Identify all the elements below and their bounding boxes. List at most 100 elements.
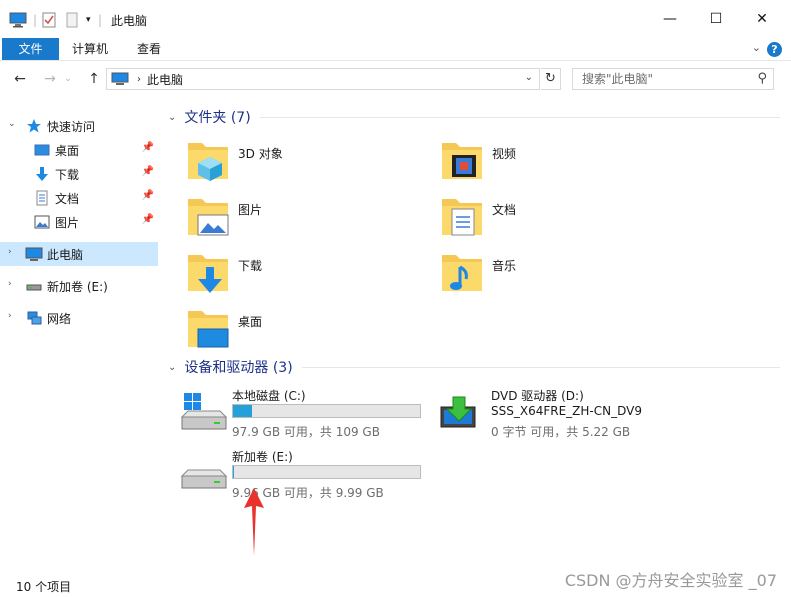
nav-item-downloads[interactable]: 下载 📌: [0, 162, 158, 186]
group-divider: [302, 367, 780, 368]
help-button[interactable]: ?: [767, 42, 782, 57]
video-folder-icon: [442, 143, 482, 179]
nav-item-this-pc[interactable]: › 此电脑: [0, 242, 158, 266]
nav-label: 图片: [55, 216, 80, 230]
folder-label: 文档: [492, 203, 517, 217]
drive-name: DVD 驱动器 (D:): [491, 389, 584, 403]
folder-label: 3D 对象: [238, 147, 283, 161]
chevron-down-icon[interactable]: ⌄: [752, 41, 761, 54]
recent-locations-icon[interactable]: ⌄: [62, 69, 74, 89]
address-toolbar: ← → ⌄ ↑ › 此电脑 ⌄ ↻ 搜索"此电脑" ⚲: [0, 61, 791, 97]
nav-label: 桌面: [55, 144, 80, 158]
search-icon: ⚲: [757, 71, 767, 86]
chevron-down-icon[interactable]: ⌄: [8, 119, 16, 129]
up-button[interactable]: ↑: [84, 69, 104, 89]
drive-icon: [26, 284, 42, 291]
separator: |: [33, 13, 38, 27]
computer-icon: [9, 10, 27, 30]
navigation-pane: ⌄ 快速访问 桌面 📌 下载 📌 文档 📌 图片 📌 › 此电脑 › 新加卷 (…: [0, 97, 160, 567]
folder-music[interactable]: 音乐: [438, 249, 688, 305]
drive-volume-label: SSS_X64FRE_ZH-CN_DV9: [491, 404, 642, 418]
breadcrumb-separator-icon[interactable]: ›: [137, 74, 141, 85]
drive-icon: [180, 469, 228, 489]
folder-label: 图片: [238, 203, 263, 217]
annotation-arrow-icon: [244, 488, 264, 556]
customize-quick-access-icon[interactable]: ▾: [86, 10, 91, 30]
nav-item-pictures[interactable]: 图片 📌: [0, 210, 158, 234]
nav-item-network[interactable]: › 网络: [0, 306, 158, 330]
nav-item-desktop[interactable]: 桌面 📌: [0, 138, 158, 162]
properties-icon[interactable]: [42, 10, 56, 30]
document-icon: [36, 190, 48, 206]
chevron-down-icon[interactable]: ⌄: [168, 112, 176, 123]
tab-file[interactable]: 文件: [2, 38, 59, 60]
pin-icon[interactable]: 📌: [142, 142, 154, 153]
nav-item-new-volume[interactable]: › 新加卷 (E:): [0, 274, 158, 298]
pin-icon[interactable]: 📌: [142, 214, 154, 225]
pin-icon[interactable]: 📌: [142, 166, 154, 177]
nav-label: 此电脑: [47, 248, 84, 262]
downloads-folder-icon: [188, 255, 228, 293]
nav-label: 快速访问: [47, 120, 96, 134]
refresh-button[interactable]: ↻: [541, 68, 561, 90]
nav-item-documents[interactable]: 文档 📌: [0, 186, 158, 210]
folder-videos[interactable]: 视频: [438, 137, 688, 193]
maximize-button[interactable]: ☐: [693, 0, 739, 38]
3d-objects-folder-icon: [188, 143, 228, 181]
chevron-right-icon[interactable]: ›: [8, 279, 12, 289]
back-button[interactable]: ←: [10, 69, 30, 89]
drive-local-c[interactable]: 本地磁盘 (C:) 97.9 GB 可用，共 109 GB: [180, 387, 440, 447]
folder-label: 视频: [492, 147, 517, 161]
folder-label: 桌面: [238, 315, 263, 329]
pictures-folder-icon: [188, 199, 229, 236]
folder-3d-objects[interactable]: 3D 对象: [184, 137, 434, 193]
nav-label: 文档: [55, 192, 80, 206]
group-divider: [260, 117, 780, 118]
new-folder-icon[interactable]: [66, 10, 78, 30]
nav-label: 新加卷 (E:): [47, 280, 108, 294]
nav-label: 下载: [55, 168, 80, 182]
group-title: 文件夹 (7): [184, 110, 251, 126]
documents-folder-icon: [442, 199, 482, 236]
folders-group-header[interactable]: ⌄ 文件夹 (7): [168, 106, 251, 128]
address-bar[interactable]: › 此电脑 ⌄: [106, 68, 540, 90]
tab-view[interactable]: 查看: [124, 38, 174, 60]
picture-icon: [34, 215, 50, 229]
drive-usage-bar: [232, 465, 421, 479]
watermark: CSDN @方舟安全实验室 _07: [564, 571, 777, 590]
pin-icon[interactable]: 📌: [142, 190, 154, 201]
forward-button[interactable]: →: [40, 69, 60, 89]
close-button[interactable]: ✕: [739, 0, 785, 38]
folder-pictures[interactable]: 图片: [184, 193, 434, 249]
drive-name: 新加卷 (E:): [232, 450, 293, 464]
nav-quick-access[interactable]: ⌄ 快速访问: [0, 114, 158, 138]
chevron-down-icon[interactable]: ⌄: [525, 72, 533, 83]
folder-downloads[interactable]: 下载: [184, 249, 434, 305]
drive-dvd-d[interactable]: DVD 驱动器 (D:) SSS_X64FRE_ZH-CN_DV9 0 字节 可…: [439, 387, 699, 447]
title-bar: | ▾ | 此电脑 — ☐ ✕: [0, 0, 791, 38]
chevron-down-icon[interactable]: ⌄: [168, 362, 176, 373]
nav-label: 网络: [47, 312, 72, 326]
group-title: 设备和驱动器 (3): [184, 360, 293, 376]
search-input[interactable]: 搜索"此电脑" ⚲: [572, 68, 774, 90]
download-icon: [36, 167, 48, 181]
separator: |: [98, 13, 103, 27]
search-placeholder: 搜索"此电脑": [582, 72, 654, 86]
breadcrumb[interactable]: 此电脑: [147, 71, 183, 88]
drive-usage-fill: [233, 466, 234, 478]
drive-new-e[interactable]: 新加卷 (E:) 9.96 GB 可用，共 9.99 GB: [180, 448, 440, 508]
dvd-drive-icon: [440, 396, 476, 428]
ribbon-tabs: 文件 计算机 查看 ⌄ ?: [0, 38, 791, 61]
network-icon: [27, 311, 42, 325]
minimize-button[interactable]: —: [647, 0, 693, 38]
folder-documents[interactable]: 文档: [438, 193, 688, 249]
star-icon: [27, 119, 41, 133]
chevron-right-icon[interactable]: ›: [8, 311, 12, 321]
chevron-right-icon[interactable]: ›: [8, 247, 12, 257]
desktop-icon: [34, 144, 50, 156]
folder-desktop[interactable]: 桌面: [184, 305, 434, 361]
devices-group-header[interactable]: ⌄ 设备和驱动器 (3): [168, 356, 293, 378]
status-bar: 10 个项目 CSDN @方舟安全实验室 _07: [0, 567, 791, 597]
tab-computer[interactable]: 计算机: [64, 38, 116, 60]
drive-name: 本地磁盘 (C:): [232, 389, 306, 403]
